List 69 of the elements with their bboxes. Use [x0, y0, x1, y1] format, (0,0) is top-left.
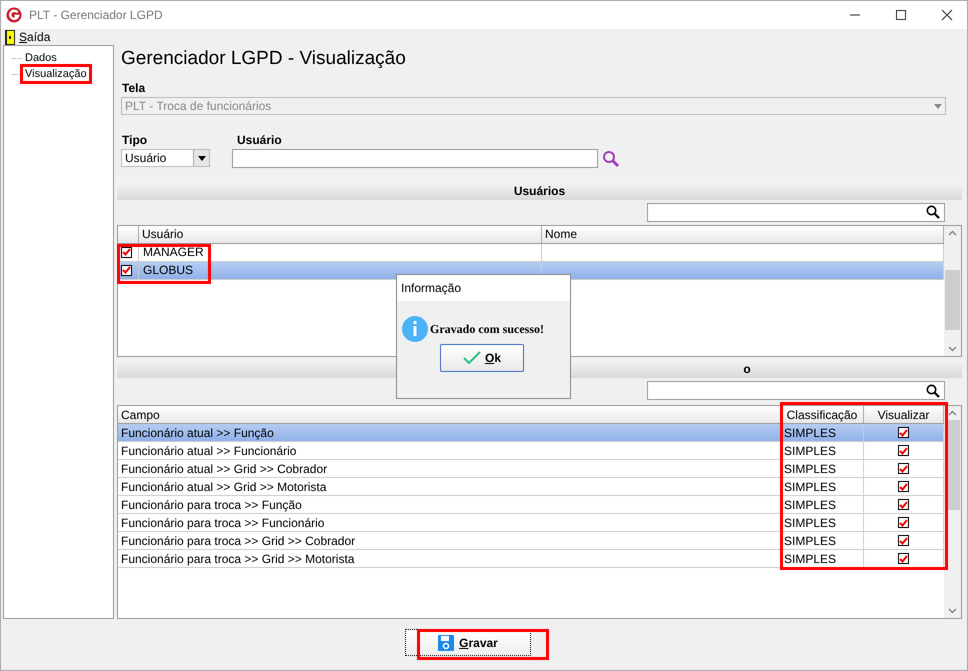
scroll-down-icon[interactable]: [948, 608, 957, 614]
column-header[interactable]: Campo: [118, 406, 781, 424]
table-cell: SIMPLES: [784, 516, 836, 530]
checkbox[interactable]: [898, 517, 909, 528]
menu-item[interactable]: Saída: [5, 30, 50, 44]
table-cell: GLOBUS: [142, 263, 194, 278]
checkbox[interactable]: [121, 264, 132, 276]
checkbox[interactable]: [898, 463, 909, 474]
dropdown-arrow-icon[interactable]: [198, 156, 206, 160]
ok-button[interactable]: Ok: [440, 344, 524, 372]
section-title: Usuários: [514, 184, 566, 198]
grid-row[interactable]: Funcionário atual >> Grid >> Motorista SIMPLES: [118, 478, 944, 496]
table-cell: Funcionário para troca >> Funcionário: [121, 516, 324, 530]
column-header[interactable]: Classificação: [781, 406, 864, 424]
filter-field[interactable]: [647, 202, 945, 222]
field-label: Usuário: [237, 133, 283, 147]
table-cell: Funcionário para troca >> Grid >> Motorista: [121, 552, 354, 566]
scroll-up-icon[interactable]: [948, 410, 957, 416]
scroll-down-icon[interactable]: [948, 346, 957, 352]
table-cell: SIMPLES: [784, 552, 836, 566]
page-heading: Gerenciador LGPD - Visualização: [121, 48, 407, 70]
checkmark-icon: [462, 351, 481, 365]
table-cell: SIMPLES: [784, 444, 836, 458]
grid-row[interactable]: Funcionário para troca >> Grid >> Motorista SIMPLES: [118, 550, 944, 568]
scroll-up-icon[interactable]: [948, 230, 957, 236]
table-cell: Funcionário atual >> Funcionário: [121, 444, 296, 458]
checkbox[interactable]: [898, 427, 909, 438]
table-cell: SIMPLES: [784, 480, 836, 494]
window-title: PLT - Gerenciador LGPD: [29, 8, 163, 22]
grid-row[interactable]: Funcionário para troca >> Função SIMPLES: [118, 496, 944, 514]
grid-row[interactable]: Funcionário atual >> Funcionário SIMPLES: [118, 442, 944, 460]
checkbox[interactable]: [898, 445, 909, 456]
grid-row[interactable]: Funcionário atual >> Função SIMPLES: [118, 424, 944, 442]
table-cell: Funcionário atual >> Grid >> Cobrador: [121, 462, 328, 476]
door-icon: [5, 30, 15, 44]
section-title: o: [743, 362, 751, 376]
table-cell: Funcionário para troca >> Grid >> Cobrador: [121, 534, 356, 548]
table-cell: SIMPLES: [784, 462, 836, 476]
checkbox[interactable]: [121, 246, 132, 258]
search-icon[interactable]: [926, 205, 940, 220]
app-logo-icon: [6, 7, 22, 23]
scrollbar[interactable]: [944, 226, 961, 356]
tree-item[interactable]: Dados: [24, 52, 58, 64]
table-cell: Funcionário atual >> Função: [121, 426, 274, 440]
checkbox[interactable]: [898, 535, 909, 546]
table-cell: SIMPLES: [784, 426, 836, 440]
table-cell: MANAGER: [142, 245, 204, 260]
user-input-field[interactable]: [232, 149, 598, 168]
grid-row[interactable]: Funcionário atual >> Grid >> Cobrador SIMPLES: [118, 460, 944, 478]
checkbox[interactable]: [898, 499, 909, 510]
filter-field[interactable]: [647, 381, 945, 400]
table-cell: Funcionário atual >> Grid >> Motorista: [121, 480, 326, 494]
dialog-title: Informação: [397, 275, 570, 301]
table-cell: SIMPLES: [784, 534, 836, 548]
checkbox[interactable]: [898, 553, 909, 564]
grid-row[interactable]: Funcionário para troca >> Funcionário SIMPLES: [118, 514, 944, 532]
close-icon[interactable]: [941, 9, 953, 21]
grid-row[interactable]: Funcionário para troca >> Grid >> Cobrador SIMPLES: [118, 532, 944, 550]
column-header[interactable]: Usuário: [139, 226, 542, 243]
type-dropdown[interactable]: Usuário: [121, 149, 210, 167]
field-label: Tipo: [122, 133, 148, 147]
dialog-message: Gravado com sucesso!: [430, 322, 544, 336]
checkbox[interactable]: [898, 481, 909, 492]
info-icon: [402, 316, 428, 342]
table-cell: SIMPLES: [784, 498, 836, 512]
maximize-icon[interactable]: [895, 9, 907, 21]
field-label: Tela: [122, 81, 146, 95]
table-cell: Funcionário para troca >> Função: [121, 498, 302, 512]
search-icon[interactable]: [926, 384, 940, 398]
